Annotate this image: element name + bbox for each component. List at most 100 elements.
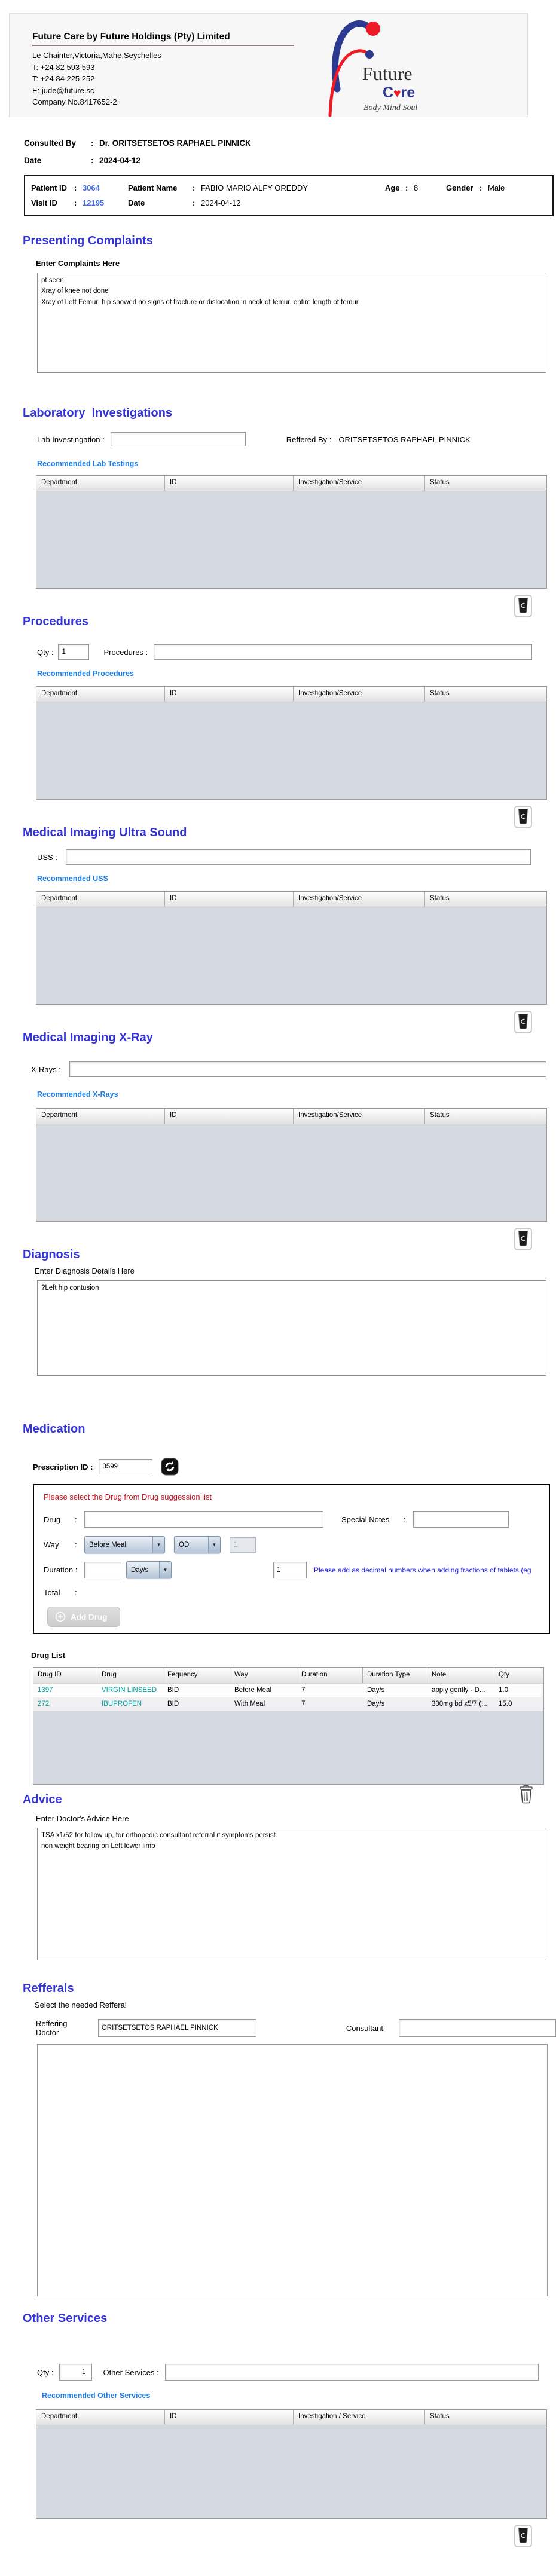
recommended-procedures-link[interactable]: Recommended Procedures — [37, 669, 134, 678]
visit-date-label: Date — [128, 198, 193, 207]
column-header[interactable]: Drug ID — [33, 1668, 97, 1683]
recommended-uss-link[interactable]: Recommended USS — [37, 874, 108, 883]
delete-other-services-trash-icon[interactable] — [514, 2525, 532, 2547]
letterhead: Future Care by Future Holdings (Pty) Lim… — [9, 13, 528, 117]
lab-table-body — [36, 491, 546, 588]
other-services-qty-input[interactable] — [59, 2364, 92, 2381]
heart-icon: ♥ — [393, 87, 401, 100]
xray-table-body — [36, 1124, 546, 1221]
column-header[interactable]: Department — [36, 1109, 165, 1124]
delete-procedures-trash-icon[interactable] — [514, 806, 532, 828]
other-services-qty-label: Qty : — [37, 2368, 53, 2377]
column-header[interactable]: Investigation/Service — [294, 1109, 425, 1124]
column-header[interactable]: Investigation/Service — [294, 476, 425, 491]
diagnosis-label: Enter Diagnosis Details Here — [35, 1266, 556, 1275]
section-heading-xray: Medical Imaging X-Ray — [23, 1031, 556, 1045]
drug-input[interactable] — [84, 1511, 323, 1528]
recommended-other-services-link[interactable]: Recommended Other Services — [42, 2391, 150, 2400]
consultant-input[interactable] — [399, 2019, 556, 2037]
column-header[interactable]: Fequency — [163, 1668, 230, 1683]
diagnosis-textarea[interactable]: ?Left hip contusion — [37, 1280, 546, 1376]
column-header[interactable]: ID — [165, 476, 294, 491]
xray-input[interactable] — [69, 1061, 546, 1077]
other-services-input[interactable] — [165, 2364, 539, 2381]
uss-label: USS : — [37, 853, 57, 862]
table-row[interactable]: 272 IBUPROFEN BID With Meal 7 Day/s 300m… — [33, 1697, 543, 1711]
column-header[interactable]: ID — [165, 687, 294, 702]
advice-label: Enter Doctor's Advice Here — [36, 1814, 556, 1823]
column-header[interactable]: Investigation / Service — [294, 2410, 425, 2425]
meal-select[interactable]: Before Meal ▼ — [84, 1536, 165, 1553]
duration-input[interactable] — [84, 1562, 121, 1578]
referral-list-box[interactable] — [37, 2044, 548, 2296]
column-header[interactable]: Status — [425, 1109, 546, 1124]
column-header[interactable]: Investigation/Service — [294, 687, 425, 702]
advice-textarea[interactable]: TSA x1/52 for follow up, for orthopedic … — [37, 1828, 546, 1960]
procedures-qty-input[interactable] — [58, 644, 89, 660]
column-header[interactable]: Note — [427, 1668, 494, 1683]
delete-advice-trash-icon[interactable] — [519, 1785, 533, 1807]
section-heading-presenting-complaints: Presenting Complaints — [23, 234, 556, 248]
prescription-id-input[interactable] — [99, 1459, 152, 1474]
company-phone1: T: +24 82 593 593 — [32, 62, 313, 74]
column-header[interactable]: Duration Type — [363, 1668, 427, 1683]
complaints-label: Enter Complaints Here — [36, 259, 556, 268]
gender-label: Gender — [446, 183, 479, 192]
logo-care-wordmark: C♥re — [383, 84, 415, 102]
delete-lab-trash-icon[interactable] — [514, 595, 532, 617]
column-header[interactable]: ID — [165, 892, 294, 907]
procedures-table-body — [36, 702, 546, 799]
duration-unit-select[interactable]: Day/s ▼ — [126, 1561, 172, 1578]
procedures-qty-label: Qty : — [37, 648, 53, 657]
age-label: Age — [385, 183, 405, 192]
medication-entry-box: Please select the Drug from Drug suggess… — [33, 1484, 550, 1634]
delete-xray-trash-icon[interactable] — [514, 1228, 532, 1250]
add-drug-button[interactable]: Add Drug — [47, 1607, 120, 1627]
uss-table-body — [36, 907, 546, 1004]
xray-label: X-Rays : — [31, 1065, 61, 1074]
column-header[interactable]: Status — [425, 476, 546, 491]
recommended-xrays-link[interactable]: Recommended X-Rays — [37, 1090, 118, 1099]
complaints-textarea[interactable]: pt seen, Xray of knee not done Xray of L… — [37, 273, 546, 373]
frequency-select[interactable]: OD ▼ — [174, 1536, 221, 1553]
column-header[interactable]: Status — [425, 892, 546, 907]
section-heading-laboratory: Laboratory Investigations — [23, 406, 556, 420]
section-heading-medication: Medication — [23, 1422, 556, 1436]
lab-table: Department ID Investigation/Service Stat… — [36, 475, 547, 589]
special-notes-input[interactable] — [413, 1511, 509, 1528]
table-row[interactable]: 1397 VIRGIN LINSEED BID Before Meal 7 Da… — [33, 1683, 543, 1697]
column-header[interactable]: Department — [36, 892, 165, 907]
consultant-label: Consultant — [346, 2024, 383, 2033]
procedures-label: Procedures : — [103, 648, 148, 657]
column-header[interactable]: Investigation/Service — [294, 892, 425, 907]
column-header[interactable]: Department — [36, 687, 165, 702]
fraction-input[interactable] — [273, 1562, 307, 1578]
delete-uss-trash-icon[interactable] — [514, 1011, 532, 1033]
company-address: Le Chainter,Victoria,Mahe,Seychelles — [32, 50, 313, 62]
consult-date-label: Date — [24, 156, 91, 165]
future-care-logo: Future C♥re Body Mind Soul — [325, 14, 481, 117]
column-header[interactable]: Department — [36, 2410, 165, 2425]
lab-investigation-input[interactable] — [111, 432, 246, 446]
section-heading-ultrasound: Medical Imaging Ultra Sound — [23, 826, 556, 840]
column-header[interactable]: ID — [165, 1109, 294, 1124]
section-heading-referrals: Refferals — [23, 1982, 556, 1996]
column-header[interactable]: Qty — [494, 1668, 543, 1683]
column-header[interactable]: Department — [36, 476, 165, 491]
uss-input[interactable] — [66, 849, 531, 865]
procedures-input[interactable] — [154, 644, 532, 660]
procedures-table: Department ID Investigation/Service Stat… — [36, 686, 547, 800]
referral-sub-label: Select the needed Refferal — [35, 2000, 556, 2009]
column-header[interactable]: ID — [165, 2410, 294, 2425]
column-header[interactable]: Drug — [97, 1668, 163, 1683]
referring-doctor-input[interactable] — [98, 2019, 256, 2037]
column-header[interactable]: Way — [230, 1668, 297, 1683]
refresh-icon[interactable] — [161, 1458, 179, 1476]
column-header[interactable]: Status — [425, 687, 546, 702]
visit-id-value: 12195 — [83, 198, 104, 207]
dose-input — [230, 1537, 256, 1553]
company-number: Company No.8417652-2 — [32, 96, 313, 108]
column-header[interactable]: Status — [425, 2410, 546, 2425]
column-header[interactable]: Duration — [297, 1668, 363, 1683]
recommended-lab-testings-link[interactable]: Recommended Lab Testings — [37, 460, 138, 468]
